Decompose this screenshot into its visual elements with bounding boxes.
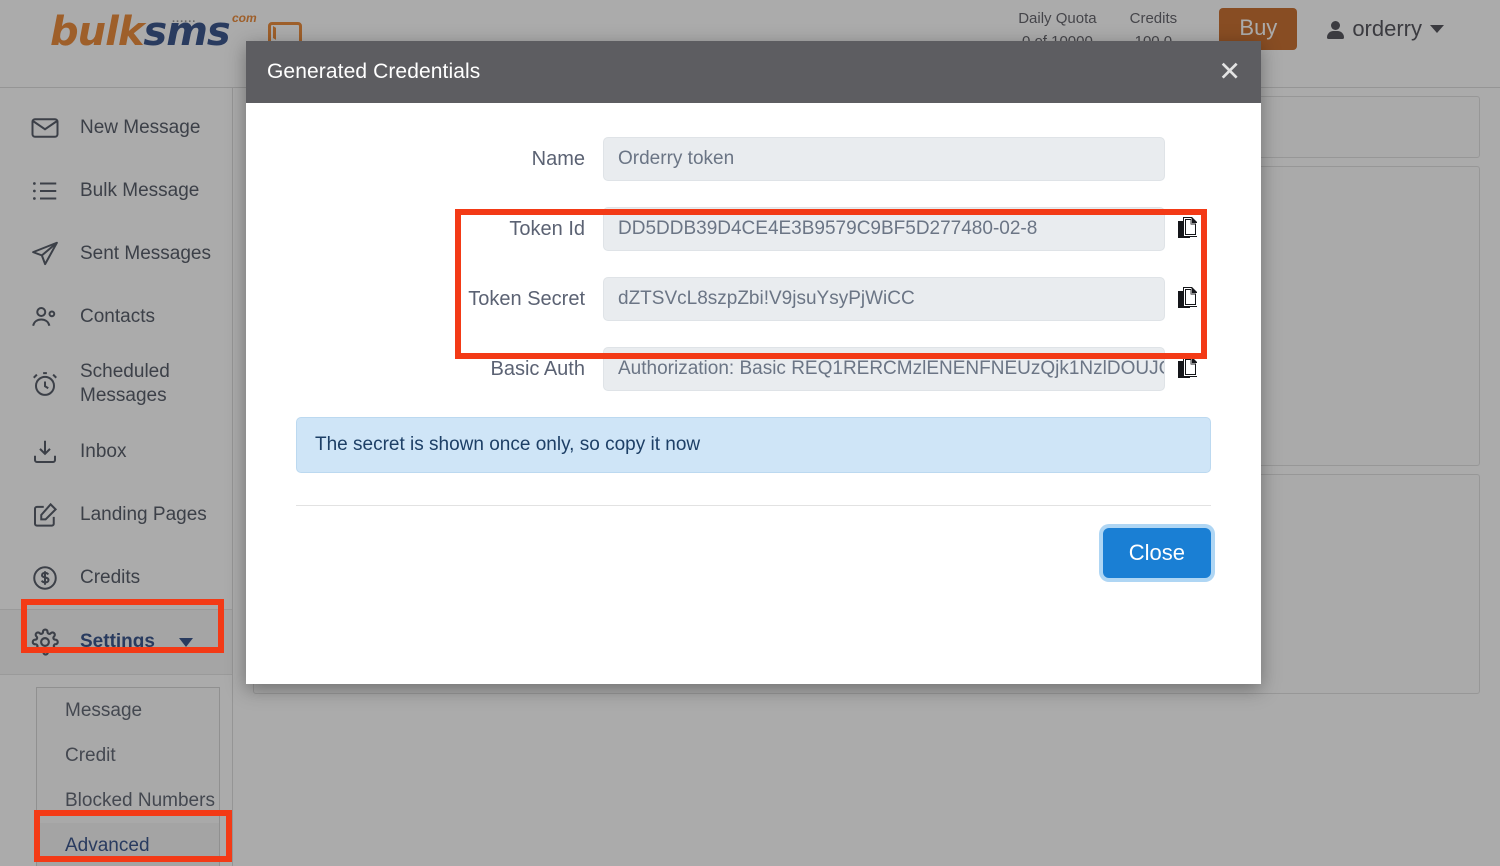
field-label: Basic Auth — [490, 357, 585, 380]
copy-icon — [1176, 216, 1200, 242]
basic-auth-input[interactable]: Authorization: Basic REQ1RERCMzlENENFNEU… — [603, 347, 1165, 391]
modal-header: Generated Credentials ✕ — [246, 41, 1261, 103]
modal-title: Generated Credentials — [267, 60, 481, 83]
modal-footer: Close — [296, 506, 1211, 578]
generated-credentials-modal: Generated Credentials ✕ Name Orderry tok… — [246, 41, 1261, 684]
copy-token-secret-button[interactable] — [1165, 286, 1211, 312]
screen-root: bulk sms ...... com Daily Quota 0 of 100… — [0, 0, 1500, 866]
field-row-token-secret: Token Secret dZTSVcL8szpZbi!V9jsuYsyPjWi… — [296, 277, 1211, 321]
field-row-name: Name Orderry token — [296, 137, 1211, 181]
close-button[interactable]: Close — [1102, 528, 1211, 578]
field-row-basic-auth: Basic Auth Authorization: Basic REQ1RERC… — [296, 347, 1211, 391]
field-row-token-id: Token Id DD5DDB39D4CE4E3B9579C9BF5D27748… — [296, 207, 1211, 251]
close-icon[interactable]: ✕ — [1218, 59, 1241, 86]
modal-body: Name Orderry token Token Id DD5DDB39D4CE… — [246, 103, 1261, 578]
name-input[interactable]: Orderry token — [603, 137, 1165, 181]
field-label: Token Id — [509, 217, 585, 240]
copy-basic-auth-button[interactable] — [1165, 356, 1211, 382]
copy-icon — [1176, 356, 1200, 382]
token-id-input[interactable]: DD5DDB39D4CE4E3B9579C9BF5D277480-02-8 — [603, 207, 1165, 251]
field-label: Name — [531, 147, 585, 170]
secret-warning-alert: The secret is shown once only, so copy i… — [296, 417, 1211, 473]
token-secret-input[interactable]: dZTSVcL8szpZbi!V9jsuYsyPjWiCC — [603, 277, 1165, 321]
copy-token-id-button[interactable] — [1165, 216, 1211, 242]
field-label: Token Secret — [468, 287, 585, 310]
copy-icon — [1176, 286, 1200, 312]
